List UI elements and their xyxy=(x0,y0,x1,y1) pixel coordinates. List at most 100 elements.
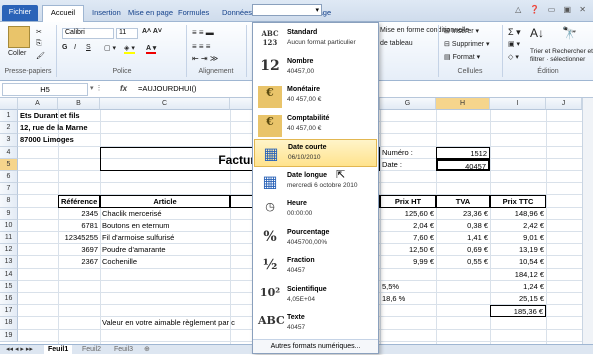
fill-icon[interactable]: ▣ ▾ xyxy=(508,40,520,48)
number-format-option[interactable]: ▦ Date longue mercredi 6 octobre 2010 xyxy=(254,168,377,196)
row-header[interactable]: 3 xyxy=(0,134,18,147)
name-box[interactable]: H5 xyxy=(2,83,88,96)
number-format-option[interactable]: ◷ Heure 00:00:00 xyxy=(254,196,377,224)
cell[interactable]: 9,01 € xyxy=(490,232,546,244)
find-select-label[interactable]: filtrer · sélectionner xyxy=(530,56,585,63)
select-all-corner[interactable] xyxy=(0,98,18,110)
number-format-dropdown[interactable]: ABC 123 Standard Aucun format particulier 1… xyxy=(252,22,379,354)
format-painter-icon[interactable]: 🖌 xyxy=(36,52,45,60)
cell[interactable]: 0,55 € xyxy=(436,256,490,268)
row-header[interactable]: 5 xyxy=(0,158,18,171)
fill-color-icon[interactable]: ◈ ▾ xyxy=(124,44,135,54)
find-select-icon[interactable]: 🔭 xyxy=(562,26,577,40)
row-header[interactable]: 4 xyxy=(0,146,18,159)
cell[interactable]: 2,42 € xyxy=(490,220,546,232)
cell[interactable]: 13,19 € xyxy=(490,244,546,256)
number-format-option[interactable]: 10² Scientifique 4,05E+04 xyxy=(254,282,377,310)
row-header[interactable]: 1 xyxy=(0,110,18,123)
column-header[interactable]: C xyxy=(100,98,230,110)
column-header-selected[interactable]: H xyxy=(436,98,490,110)
cell[interactable]: Boutons en eternum xyxy=(100,220,230,232)
cell[interactable]: Article xyxy=(100,195,230,208)
cell[interactable]: 1,24 € xyxy=(490,281,546,293)
number-format-option[interactable]: € Monétaire 40 457,00 € xyxy=(254,82,377,110)
insert-function-icon[interactable]: fx xyxy=(120,84,127,93)
cell[interactable]: 87000 Limoges xyxy=(18,134,138,146)
paste-icon[interactable] xyxy=(8,26,30,48)
font-color-icon[interactable]: A ▾ xyxy=(146,44,157,54)
column-header[interactable]: B xyxy=(58,98,100,110)
row-header[interactable]: 8 xyxy=(0,195,18,208)
cell[interactable]: Cochenille xyxy=(100,256,230,268)
row-header[interactable]: 18 xyxy=(0,317,18,330)
row-header[interactable]: 13 xyxy=(0,256,18,269)
cell[interactable]: Référence xyxy=(58,195,100,208)
clear-icon[interactable]: ◇ ▾ xyxy=(508,53,519,61)
cell[interactable]: Numéro : xyxy=(380,147,436,159)
row-header[interactable]: 9 xyxy=(0,207,18,220)
cell[interactable]: 18,6 % xyxy=(380,293,436,305)
cell[interactable]: 7,60 € xyxy=(380,232,436,244)
font-size-select[interactable]: 11 xyxy=(116,28,138,39)
cell[interactable]: Ets Durant et fils xyxy=(18,110,138,122)
indent-icon[interactable]: ⇤ ⇥ ≫ xyxy=(192,54,218,63)
font-name-select[interactable]: Calibri xyxy=(62,28,114,39)
row-header[interactable]: 15 xyxy=(0,280,18,293)
number-format-option[interactable]: ½ Fraction 40457 xyxy=(254,253,377,281)
row-header[interactable]: 7 xyxy=(0,183,18,196)
underline-button[interactable]: S xyxy=(86,44,91,51)
copy-icon[interactable]: ⎘ xyxy=(36,40,42,48)
tab-formulas[interactable]: Formules xyxy=(174,6,213,22)
row-header[interactable]: 19 xyxy=(0,329,18,342)
cell[interactable]: Prix TTC xyxy=(490,195,546,208)
autosum-icon[interactable]: Σ ▾ xyxy=(508,27,521,38)
formula-input[interactable]: =AUJOURDHUI() xyxy=(138,84,197,93)
cell[interactable]: Date : xyxy=(380,159,436,171)
cell[interactable]: 148,96 € xyxy=(490,208,546,220)
cell[interactable]: 12,50 € xyxy=(380,244,436,256)
sort-filter-icon[interactable]: A↓ xyxy=(530,26,544,40)
cell[interactable]: Chaclik mercerisé xyxy=(100,208,230,220)
column-header[interactable]: I xyxy=(490,98,546,110)
tab-page-layout[interactable]: Mise en page xyxy=(124,6,177,22)
cell[interactable]: 2345 xyxy=(58,208,100,220)
border-icon[interactable]: ▢ ▾ xyxy=(104,44,116,52)
column-header[interactable]: A xyxy=(18,98,58,110)
column-header[interactable]: J xyxy=(546,98,582,110)
paste-button[interactable]: Coller xyxy=(8,50,26,57)
cell[interactable]: 40457 xyxy=(436,158,490,171)
row-header[interactable]: 6 xyxy=(0,171,18,184)
format-cells-button[interactable]: ▤ Format ▾ xyxy=(444,53,480,61)
tab-data[interactable]: Données xyxy=(218,6,256,22)
cell[interactable]: 1512 xyxy=(436,146,490,159)
cell[interactable]: 9,99 € xyxy=(380,256,436,268)
grow-font-icon[interactable]: A˄ A˅ xyxy=(142,28,162,35)
vertical-scrollbar[interactable] xyxy=(582,98,593,344)
format-as-table-button[interactable]: de tableau xyxy=(380,40,413,47)
window-controls[interactable]: △ ❓ ▭ ▣ ✕ xyxy=(515,5,589,14)
row-header[interactable]: 17 xyxy=(0,305,18,318)
cell[interactable]: 1,41 € xyxy=(436,232,490,244)
cell[interactable]: 0,69 € xyxy=(436,244,490,256)
cell[interactable]: Prix HT xyxy=(380,195,436,208)
cell[interactable]: 25,15 € xyxy=(490,293,546,305)
tab-home[interactable]: Accueil xyxy=(42,5,84,22)
number-format-select[interactable]: ▾ xyxy=(252,4,322,16)
align-top-icon[interactable]: ≡ ≡ ▬ xyxy=(192,28,214,37)
cell[interactable]: 125,60 € xyxy=(380,208,436,220)
cut-icon[interactable]: ✂ xyxy=(36,28,42,36)
tab-file[interactable]: Fichier xyxy=(2,5,38,21)
row-header[interactable]: 10 xyxy=(0,219,18,232)
number-format-option[interactable]: % Pourcentage 4045700,00% xyxy=(254,225,377,253)
cell[interactable]: 2367 xyxy=(58,256,100,268)
more-number-formats-link[interactable]: Autres formats numériques... xyxy=(253,339,378,353)
cell[interactable]: 185,36 € xyxy=(490,305,546,318)
cell[interactable]: TVA xyxy=(436,195,490,208)
number-format-option[interactable]: ▦ Date courte 06/10/2010 xyxy=(254,139,377,167)
number-format-option[interactable]: 12 Nombre 40457,00 xyxy=(254,54,377,82)
cell[interactable]: 12, rue de la Marne xyxy=(18,122,138,134)
row-header[interactable]: 12 xyxy=(0,244,18,257)
name-box-dropdown-icon[interactable]: ▾ ⋮ xyxy=(90,84,102,92)
row-header[interactable]: 11 xyxy=(0,232,18,245)
cell[interactable]: Fil d'armoise sulfurisé xyxy=(100,232,230,244)
